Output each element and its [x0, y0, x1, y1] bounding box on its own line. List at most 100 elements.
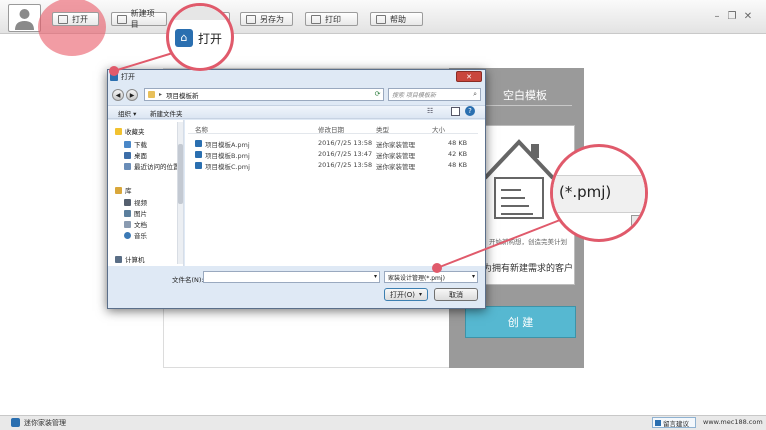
file-type: 迷你家装管理 — [376, 152, 415, 160]
zoom-open-label: 打开 — [198, 32, 223, 46]
avatar[interactable] — [8, 4, 41, 32]
file-size: 48 KB — [448, 139, 468, 147]
help-button-label: 帮助 — [390, 14, 406, 24]
nav-scrollbar[interactable] — [177, 122, 183, 264]
feedback-label: 留言建议 — [663, 419, 689, 428]
library-icon — [115, 186, 122, 194]
dialog-title: 打开 — [121, 73, 135, 81]
save-as-button[interactable]: 另存为 — [240, 12, 293, 26]
customer-label: 为拥有新建需求的客户 — [482, 264, 573, 274]
nav-item-recent[interactable]: 最近访问的位置 — [124, 161, 180, 171]
file-type: 迷你家装管理 — [376, 163, 415, 171]
nav-item-label: 视频 — [134, 199, 147, 207]
nav-favorites-label: 收藏夹 — [125, 128, 145, 136]
pmj-file-icon — [195, 151, 202, 158]
dialog-open-button[interactable]: 打开(O) ▾ — [384, 288, 428, 301]
dialog-cancel-button[interactable]: 取消 — [434, 288, 478, 301]
panel-title: 空白模板 — [503, 89, 547, 102]
app-logo-icon — [11, 418, 20, 427]
nav-item-videos[interactable]: 视频 — [124, 197, 147, 207]
file-size: 48 KB — [448, 161, 468, 169]
create-button[interactable]: 创 建 — [465, 306, 576, 338]
filename-label: 文件名(N): — [172, 276, 204, 284]
file-date: 2016/7/25 13:58 — [318, 139, 373, 147]
open-icon — [58, 14, 68, 24]
back-button[interactable]: ◀ — [112, 89, 124, 101]
table-row[interactable]: 项目模板B.pmj 2016/7/25 13:47 迷你家装管理 42 KB — [195, 150, 470, 160]
view-options-icon[interactable]: ☷ — [427, 107, 439, 116]
new-project-button[interactable]: 新建项目 — [111, 9, 167, 29]
organize-menu[interactable]: 组织 ▾ — [118, 108, 136, 118]
nav-item-pictures[interactable]: 图片 — [124, 208, 147, 218]
new-folder-button[interactable]: 新建文件夹 — [150, 108, 183, 118]
nav-item-label: 音乐 — [134, 232, 147, 240]
print-icon — [311, 14, 321, 24]
nav-favorites[interactable]: 收藏夹 — [115, 126, 145, 136]
open-icon: ⌂ — [175, 29, 193, 47]
pmj-file-icon — [195, 140, 202, 147]
help-icon[interactable]: ? — [465, 106, 475, 116]
table-row[interactable]: 项目模板C.pmj 2016/7/25 13:58 迷你家装管理 48 KB — [195, 161, 470, 171]
document-icon — [124, 220, 131, 228]
nav-item-label: 最近访问的位置 — [134, 163, 180, 171]
print-button[interactable]: 打印 — [305, 12, 358, 26]
file-date: 2016/7/25 13:58 — [318, 161, 373, 169]
preview-pane-icon[interactable] — [451, 107, 460, 116]
new-project-button-label: 新建项目 — [130, 9, 155, 29]
music-icon — [124, 231, 131, 239]
website-link[interactable]: www.mec188.com — [703, 418, 763, 426]
status-app-name: 迷你家装管理 — [24, 419, 66, 427]
column-header-divider — [188, 133, 478, 134]
scroll-thumb[interactable] — [178, 144, 183, 204]
pointer-dot — [109, 66, 119, 76]
nav-item-music[interactable]: 音乐 — [124, 230, 147, 240]
address-bar[interactable]: ▸ 项目模板新 — [144, 88, 384, 101]
open-button[interactable]: 打开 — [52, 12, 99, 26]
breadcrumb-separator: ▸ — [159, 91, 163, 98]
filename-input[interactable]: ▾ — [203, 271, 380, 283]
help-icon — [376, 14, 386, 24]
new-project-icon — [117, 14, 127, 24]
download-folder-icon — [124, 140, 131, 148]
nav-item-label: 图片 — [134, 210, 147, 218]
user-icon — [15, 9, 34, 30]
dialog-open-label: 打开(O) — [390, 290, 415, 299]
file-type: 迷你家装管理 — [376, 141, 415, 149]
open-button-label: 打开 — [72, 14, 88, 24]
refresh-icon[interactable]: ⟳ — [372, 89, 383, 100]
video-icon — [124, 198, 131, 206]
close-icon[interactable]: ✕ — [743, 12, 753, 22]
computer-icon — [115, 255, 122, 263]
nav-computer[interactable]: 计算机 — [115, 254, 145, 264]
nav-item-label: 下载 — [134, 141, 147, 149]
filetype-select[interactable]: 家装设计管理(*.pmj) ▾ — [384, 271, 478, 283]
picture-icon — [124, 209, 131, 217]
nav-item-desktop[interactable]: 桌面 — [124, 150, 147, 160]
nav-item-downloads[interactable]: 下载 — [124, 139, 147, 149]
search-placeholder: 搜索 项目模板新 — [392, 92, 436, 99]
desktop-icon — [124, 151, 131, 159]
open-dropdown-icon: ▾ — [418, 291, 422, 298]
dialog-close-button[interactable]: ✕ — [456, 71, 482, 82]
save-as-icon — [246, 14, 256, 24]
search-input[interactable]: 搜索 项目模板新 ⌕ — [388, 88, 481, 101]
pointer-dot — [432, 263, 442, 273]
zoom-filter-callout: (*.pmj) — [550, 144, 648, 242]
nav-computer-label: 计算机 — [125, 256, 145, 264]
table-row[interactable]: 项目模板A.pmj 2016/7/25 13:58 迷你家装管理 48 KB — [195, 139, 470, 149]
restore-icon[interactable]: ❐ — [727, 12, 737, 22]
feedback-icon — [655, 419, 661, 426]
click-highlight — [38, 0, 106, 56]
help-button[interactable]: 帮助 — [370, 12, 423, 26]
file-name: 项目模板A.pmj — [205, 141, 250, 149]
recent-places-icon — [124, 162, 131, 170]
nav-item-documents[interactable]: 文档 — [124, 219, 147, 229]
filetype-value: 家装设计管理(*.pmj) — [388, 274, 445, 282]
feedback-button[interactable]: 留言建议 — [652, 417, 696, 428]
nav-libraries[interactable]: 库 — [115, 185, 132, 195]
forward-button[interactable]: ▶ — [126, 89, 138, 101]
minimize-icon[interactable]: – — [712, 12, 722, 22]
nav-item-label: 桌面 — [134, 152, 147, 160]
zoom-open-callout: ⌂ 打开 — [166, 3, 234, 71]
zoom-filter-text: (*.pmj) — [559, 183, 612, 201]
